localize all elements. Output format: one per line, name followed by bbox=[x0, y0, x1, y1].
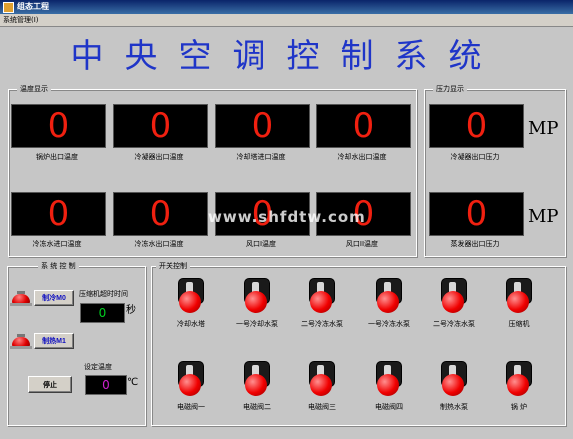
indicator-light-icon bbox=[507, 374, 529, 396]
set-temp-display: 0 bbox=[85, 375, 127, 395]
switch-label-11: 制热水泵 bbox=[440, 403, 468, 411]
toggle-switch-7[interactable] bbox=[171, 360, 211, 400]
temp-label-4: 冷却水出口温度 bbox=[337, 153, 387, 161]
temp-label-6: 冷冻水出口温度 bbox=[134, 240, 184, 248]
menu-item-system[interactable]: 系统管理(I) bbox=[0, 16, 39, 24]
indicator-light-icon bbox=[377, 291, 399, 313]
temp-display-6: 0 bbox=[113, 192, 208, 236]
switch-label-10: 电磁阀四 bbox=[375, 403, 403, 411]
temp-label-8: 风口II温度 bbox=[345, 240, 379, 248]
toggle-switch-6[interactable] bbox=[499, 277, 539, 317]
temp-display-1: 0 bbox=[11, 104, 106, 148]
pressure-display-1: 0 bbox=[429, 104, 524, 148]
pressure-group-title: 压力显示 bbox=[433, 84, 467, 94]
switch-label-3: 二号冷冻水泵 bbox=[301, 320, 343, 328]
watermark: www.shfdtw.com bbox=[208, 208, 366, 226]
indicator-light-icon bbox=[442, 291, 464, 313]
menu-bar: 系统管理(I) bbox=[0, 14, 573, 27]
system-control-title: 系 统 控 制 bbox=[38, 261, 79, 271]
temp-display-3: 0 bbox=[215, 104, 310, 148]
temperature-group-title: 温度显示 bbox=[17, 84, 51, 94]
title-bar: 组态工程 bbox=[0, 0, 573, 14]
indicator-light-icon bbox=[310, 374, 332, 396]
stop-button[interactable]: 停止 bbox=[28, 376, 72, 393]
heat-lamp-icon bbox=[10, 334, 32, 349]
switch-label-7: 电磁阀一 bbox=[177, 403, 205, 411]
indicator-light-icon bbox=[179, 291, 201, 313]
window-title: 组态工程 bbox=[17, 2, 49, 11]
temp-label-5: 冷冻水进口温度 bbox=[32, 240, 82, 248]
indicator-light-icon bbox=[245, 291, 267, 313]
timeout-label: 压缩机超时时间 bbox=[79, 290, 128, 298]
cool-mode-button[interactable]: 制冷M0 bbox=[34, 290, 74, 306]
temp-label-3: 冷却塔进口温度 bbox=[236, 153, 286, 161]
cool-lamp-icon bbox=[10, 291, 32, 306]
indicator-light-icon bbox=[310, 291, 332, 313]
temp-display-4: 0 bbox=[316, 104, 411, 148]
pressure-unit-1: MP bbox=[528, 118, 559, 139]
set-temp-unit: ℃ bbox=[127, 377, 139, 388]
temp-display-5: 0 bbox=[11, 192, 106, 236]
page-title: 中央空调控制系统 bbox=[70, 36, 503, 75]
switch-control-title: 开关控制 bbox=[156, 261, 190, 271]
timeout-display: 0 bbox=[80, 303, 125, 323]
toggle-switch-11[interactable] bbox=[434, 360, 474, 400]
switch-label-6: 压缩机 bbox=[508, 320, 530, 328]
switch-label-1: 冷却水塔 bbox=[177, 320, 205, 328]
indicator-light-icon bbox=[245, 374, 267, 396]
toggle-switch-5[interactable] bbox=[434, 277, 474, 317]
indicator-light-icon bbox=[507, 291, 529, 313]
app-icon bbox=[3, 2, 14, 13]
pressure-label-2: 蒸发器出口压力 bbox=[450, 240, 500, 248]
toggle-switch-3[interactable] bbox=[302, 277, 342, 317]
indicator-light-icon bbox=[179, 374, 201, 396]
temp-label-2: 冷凝器出口温度 bbox=[134, 153, 184, 161]
toggle-switch-8[interactable] bbox=[237, 360, 277, 400]
toggle-switch-10[interactable] bbox=[369, 360, 409, 400]
switch-label-4: 一号冷冻水泵 bbox=[368, 320, 410, 328]
pressure-display-2: 0 bbox=[429, 192, 524, 236]
switch-label-5: 二号冷冻水泵 bbox=[433, 320, 475, 328]
switch-label-8: 电磁阀二 bbox=[243, 403, 271, 411]
switch-label-12: 锅 炉 bbox=[510, 403, 528, 411]
toggle-switch-12[interactable] bbox=[499, 360, 539, 400]
set-temp-label: 设定温度 bbox=[84, 363, 112, 371]
toggle-switch-4[interactable] bbox=[369, 277, 409, 317]
temp-label-1: 锅炉出口温度 bbox=[36, 153, 78, 161]
indicator-light-icon bbox=[377, 374, 399, 396]
switch-label-2: 一号冷却水泵 bbox=[236, 320, 278, 328]
heat-mode-button[interactable]: 制热M1 bbox=[34, 333, 74, 349]
switch-label-9: 电磁阀三 bbox=[308, 403, 336, 411]
temp-display-2: 0 bbox=[113, 104, 208, 148]
toggle-switch-9[interactable] bbox=[302, 360, 342, 400]
timeout-unit: 秒 bbox=[126, 305, 136, 316]
toggle-switch-2[interactable] bbox=[237, 277, 277, 317]
toggle-switch-1[interactable] bbox=[171, 277, 211, 317]
temp-label-7: 风口I温度 bbox=[245, 240, 277, 248]
indicator-light-icon bbox=[442, 374, 464, 396]
pressure-unit-2: MP bbox=[528, 206, 559, 227]
pressure-label-1: 冷凝器出口压力 bbox=[450, 153, 500, 161]
